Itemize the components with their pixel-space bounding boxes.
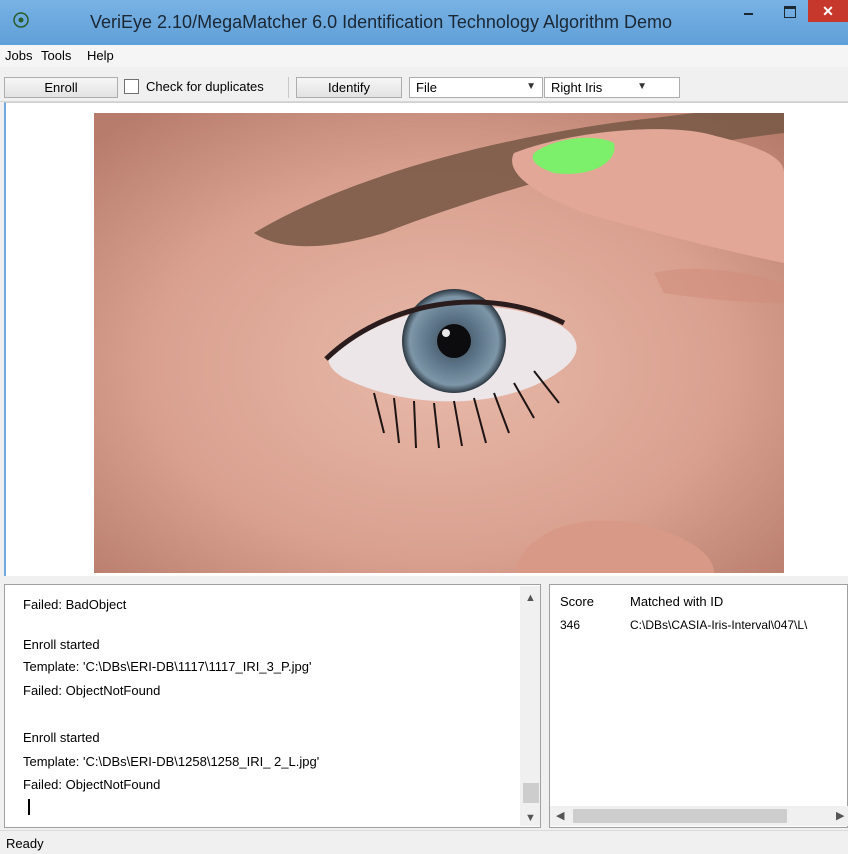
iris-select[interactable]: Right Iris ▼ <box>544 77 680 98</box>
column-header-score[interactable]: Score <box>560 594 594 609</box>
log-scrollbar-thumb[interactable] <box>523 783 539 803</box>
source-select[interactable]: File ▼ <box>409 77 543 98</box>
maximize-button[interactable] <box>778 2 802 22</box>
text-caret <box>28 799 30 815</box>
close-icon: ✕ <box>822 3 834 19</box>
scroll-right-icon[interactable]: ▶ <box>836 809 844 822</box>
check-duplicates-label: Check for duplicates <box>146 79 264 94</box>
source-select-value: File <box>416 80 437 95</box>
iris-select-value: Right Iris <box>551 80 603 95</box>
toolbar: Enroll Check for duplicates Identify Fil… <box>0 67 848 102</box>
scroll-left-icon[interactable]: ◀ <box>556 809 564 822</box>
column-header-matched-id[interactable]: Matched with ID <box>630 594 723 609</box>
iris-image-viewer[interactable] <box>4 102 848 576</box>
eye-photo <box>94 113 784 573</box>
status-text: Ready <box>6 836 44 851</box>
close-button[interactable]: ✕ <box>808 0 848 22</box>
menu-bar: Jobs Tools Help <box>0 45 848 67</box>
result-score[interactable]: 346 <box>560 618 580 632</box>
scroll-up-icon[interactable]: ▲ <box>525 592 536 604</box>
log-line: Failed: ObjectNotFound <box>23 777 161 792</box>
log-line: Enroll started <box>23 637 100 652</box>
checkbox-box[interactable] <box>124 79 139 94</box>
menu-help[interactable]: Help <box>87 48 114 63</box>
toolbar-separator <box>288 77 289 98</box>
minimize-button[interactable] <box>738 4 760 22</box>
chevron-down-icon: ▼ <box>637 81 647 92</box>
log-line: Failed: BadObject <box>23 597 127 612</box>
log-line: Template: 'C:\DBs\ERI-DB\1258\1258_IRI_ … <box>23 754 320 769</box>
results-hscrollbar-thumb[interactable] <box>573 809 787 823</box>
log-line: Failed: ObjectNotFound <box>23 683 161 698</box>
chevron-down-icon: ▼ <box>526 81 536 92</box>
menu-tools[interactable]: Tools <box>41 48 71 63</box>
enroll-button[interactable]: Enroll <box>4 77 118 98</box>
log-line: Template: 'C:\DBs\ERI-DB\1117\1117_IRI_3… <box>23 659 312 674</box>
scroll-down-icon[interactable]: ▼ <box>525 812 536 824</box>
menu-jobs[interactable]: Jobs <box>5 48 32 63</box>
app-window: VeriEye 2.10/MegaMatcher 6.0 Identificat… <box>0 0 848 854</box>
identify-button[interactable]: Identify <box>296 77 402 98</box>
app-icon <box>13 12 29 28</box>
result-matched-id[interactable]: C:\DBs\CASIA-Iris-Interval\047\L\ <box>630 618 807 632</box>
title-bar[interactable]: VeriEye 2.10/MegaMatcher 6.0 Identificat… <box>0 0 848 45</box>
log-line: Enroll started <box>23 730 100 745</box>
status-bar: Ready <box>0 830 848 854</box>
window-title: VeriEye 2.10/MegaMatcher 6.0 Identificat… <box>90 12 672 32</box>
